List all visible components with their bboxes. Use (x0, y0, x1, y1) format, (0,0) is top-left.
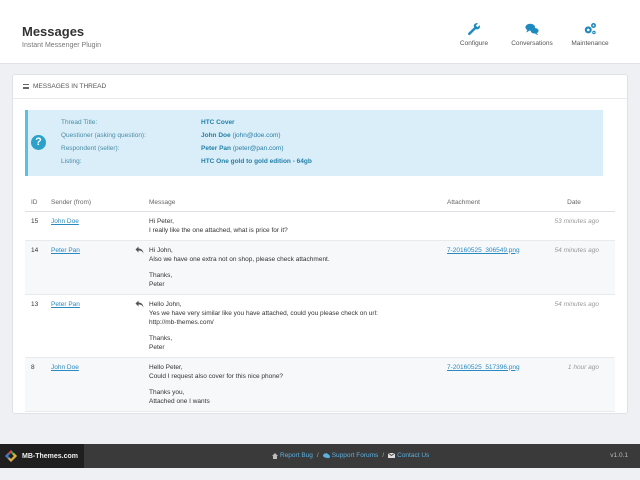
message-line: Thanks, (149, 271, 173, 279)
panel-header: MESSAGES IN THREAD (13, 75, 627, 99)
chat-icon (322, 452, 330, 458)
messages-panel: MESSAGES IN THREAD ? Thread Title: HTC C… (12, 74, 628, 414)
support-forums-label: Support Forums (331, 452, 379, 459)
listing-row: Listing: HTC One gold to gold edition - … (61, 158, 601, 170)
message-date: 53 minutes ago (543, 211, 615, 241)
message-line: Peter (149, 280, 165, 288)
contact-us-link[interactable]: Contact Us (388, 452, 429, 459)
col-id-header: ID (25, 195, 45, 212)
message-line: Hello John, (149, 300, 182, 308)
thread-title-label: Thread Title: (61, 119, 98, 126)
questioner-label: Questioner (asking question): (61, 132, 146, 139)
respondent-name: Peter Pan (201, 145, 231, 152)
page-title: Messages (22, 24, 85, 39)
respondent-row: Respondent (seller): Peter Pan (peter@pa… (61, 145, 601, 157)
sender-link[interactable]: Peter Pan (51, 247, 80, 254)
table-row: 13 Peter Pan Hello John, Yes we have very s… (25, 294, 615, 358)
message-line: Hi Peter, (149, 217, 174, 225)
reply-icon (135, 246, 144, 253)
contact-us-label: Contact Us (397, 452, 430, 459)
message-line: Could I request also cover for this nice… (149, 372, 284, 380)
questioner-email: (john@doe.com) (232, 132, 281, 139)
message-id: 13 (25, 294, 45, 358)
question-icon: ? (31, 135, 46, 150)
message-line: Hello Peter, (149, 363, 183, 371)
report-bug-link[interactable]: Report Bug (272, 452, 313, 459)
brand-name: MB-Themes.com (22, 452, 79, 460)
message-line: Yes we have very similar like you have a… (149, 309, 378, 317)
configure-label: Configure (459, 40, 489, 47)
footer-separator: / (316, 452, 319, 459)
thread-info-box: ? Thread Title: HTC Cover Questioner (as… (25, 110, 603, 176)
listing-label: Listing: (61, 158, 82, 165)
footer-links: Report Bug / Support Forums / Contact Us (272, 452, 429, 459)
sender-link[interactable]: John Doe (51, 218, 79, 225)
wrench-icon (468, 23, 480, 36)
configure-button[interactable]: Configure (450, 22, 498, 47)
header-toolbar: Configure Conversations Maintenance (450, 22, 614, 47)
conversations-label: Conversations (511, 40, 553, 47)
page-subtitle: Instant Messenger Plugin (22, 42, 101, 49)
message-date: 1 hour ago (543, 357, 615, 412)
message-line: I really like the one attached, what is … (149, 226, 288, 234)
message-line: Hi John, (149, 246, 173, 254)
message-text: Hi John, Also we have one extra not on sh… (135, 246, 435, 289)
thread-title-row: Thread Title: HTC Cover (61, 119, 601, 131)
gears-icon (584, 23, 596, 35)
respondent-label: Respondent (seller): (61, 145, 120, 152)
message-id: 14 (25, 240, 45, 295)
table-row: 8 John Doe Hello Peter, Could I request als… (25, 357, 615, 412)
message-line: http://mb-themes.com/ (149, 318, 214, 326)
message-date: 54 minutes ago (543, 240, 615, 295)
message-text: Hello Peter, Could I request also cover f… (149, 363, 435, 406)
home-icon (272, 452, 278, 459)
message-id: 15 (25, 211, 45, 241)
footer-separator: / (382, 452, 385, 459)
panel-title: MESSAGES IN THREAD (33, 83, 107, 90)
report-bug-label: Report Bug (280, 452, 313, 459)
questioner-name: John Doe (201, 132, 231, 139)
listing-value: HTC One gold to gold edition - 64gb (201, 158, 312, 165)
maintenance-button[interactable]: Maintenance (566, 22, 614, 47)
message-line: Thanks, (149, 334, 173, 342)
page-header: Messages Instant Messenger Plugin Config… (0, 0, 640, 64)
footer: MB-Themes.com Report Bug / Support Forum… (0, 444, 640, 468)
message-text: Hello John, Yes we have very similar like… (135, 300, 435, 352)
questioner-row: Questioner (asking question): John Doe (… (61, 132, 601, 144)
table-row: 14 Peter Pan Hi John, Also we have one extr… (25, 240, 615, 295)
col-attachment-header: Attachment (441, 195, 543, 212)
sender-link[interactable]: John Doe (51, 364, 79, 371)
message-line: Thanks you, (149, 388, 185, 396)
brand[interactable]: MB-Themes.com (0, 444, 84, 468)
conversations-button[interactable]: Conversations (508, 22, 556, 47)
reply-icon (135, 300, 144, 307)
maintenance-label: Maintenance (571, 40, 609, 47)
attachment-link[interactable]: 7-20160525_306549.png (447, 247, 520, 254)
attachment-link[interactable]: 7-20160525_517396.png (447, 364, 520, 371)
list-icon (23, 84, 29, 89)
col-message-header: Message (143, 195, 441, 212)
message-line: Attached one I wants (149, 397, 210, 405)
col-date-header: Date (543, 195, 615, 212)
col-sender-header: Sender (from) (45, 195, 143, 212)
message-line: Also we have one extra not on shop, plea… (149, 255, 330, 263)
respondent-email: (peter@pan.com) (232, 145, 284, 152)
message-line: Peter (149, 343, 165, 351)
table-row: 15 John Doe Hi Peter, I really like the one… (25, 211, 615, 241)
sender-link[interactable]: Peter Pan (51, 301, 80, 308)
chat-bubbles-icon (525, 23, 539, 36)
thread-title-value: HTC Cover (201, 119, 235, 126)
message-id: 8 (25, 357, 45, 412)
envelope-icon (388, 453, 396, 458)
messages-table: ID Sender (from) Message Attachment Date… (25, 195, 615, 412)
message-text: Hi Peter, I really like the one attached,… (149, 217, 435, 235)
version-label: v1.0.1 (610, 452, 628, 459)
mb-themes-logo-icon (5, 450, 17, 462)
table-header-row: ID Sender (from) Message Attachment Date (25, 195, 615, 212)
support-forums-link[interactable]: Support Forums (322, 452, 379, 459)
message-date: 54 minutes ago (543, 294, 615, 358)
